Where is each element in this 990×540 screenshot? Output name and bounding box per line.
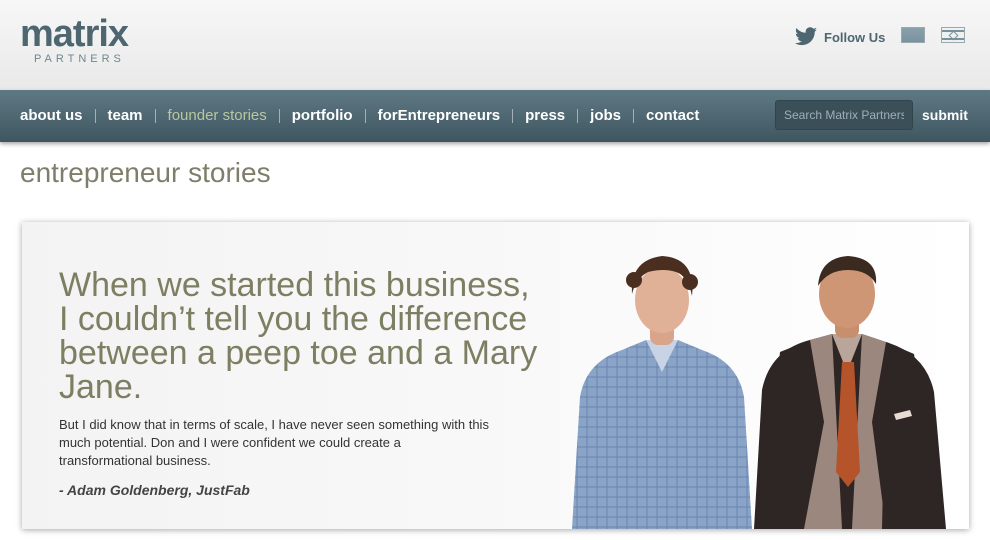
nav-divider	[577, 109, 579, 123]
founders-photo	[572, 256, 946, 529]
main-nav: about us team founder stories portfolio …	[0, 90, 990, 142]
china-flag-icon[interactable]	[901, 27, 925, 43]
nav-item-team[interactable]: team	[108, 90, 143, 142]
nav-item-jobs[interactable]: jobs	[590, 90, 621, 142]
twitter-bird-icon	[795, 27, 817, 46]
search-input[interactable]	[775, 100, 913, 130]
feature-attribution: - Adam Goldenberg, JustFab	[59, 482, 250, 498]
nav-menu: about us team founder stories portfolio …	[20, 90, 699, 142]
feature-quote: When we started this business, I couldn’…	[59, 266, 538, 406]
nav-divider	[364, 109, 366, 123]
founder-right-figure	[754, 256, 946, 529]
nav-item-forentrepreneurs[interactable]: forEntrepreneurs	[378, 90, 501, 142]
feature-body-text: But I did know that in terms of scale, I…	[59, 417, 489, 468]
page-title: entrepreneur stories	[20, 157, 271, 188]
founder-story-feature: When we started this business, I couldn’…	[22, 222, 969, 529]
follow-us-link[interactable]: Follow Us	[794, 26, 885, 48]
nav-divider	[633, 109, 634, 123]
matrix-partners-logo[interactable]: matrix PARTNERS	[20, 12, 150, 68]
nav-item-contact[interactable]: contact	[646, 90, 699, 142]
founder-left-figure	[572, 256, 752, 529]
nav-divider	[512, 109, 514, 123]
nav-item-portfolio[interactable]: portfolio	[292, 90, 353, 142]
logo-wordmark: matrix	[20, 13, 129, 55]
nav-divider	[94, 109, 96, 123]
nav-item-press[interactable]: press	[525, 90, 565, 142]
submit-button[interactable]: submit	[922, 100, 968, 130]
israel-flag-icon[interactable]	[941, 27, 965, 43]
nav-divider	[278, 109, 280, 123]
nav-item-founder-stories[interactable]: founder stories	[168, 90, 267, 142]
logo-subtitle: PARTNERS	[34, 53, 125, 65]
follow-us-label: Follow Us	[824, 29, 886, 45]
nav-item-about-us[interactable]: about us	[20, 90, 83, 142]
nav-divider	[154, 109, 156, 123]
site-header: matrix PARTNERS Follow Us	[0, 0, 990, 90]
